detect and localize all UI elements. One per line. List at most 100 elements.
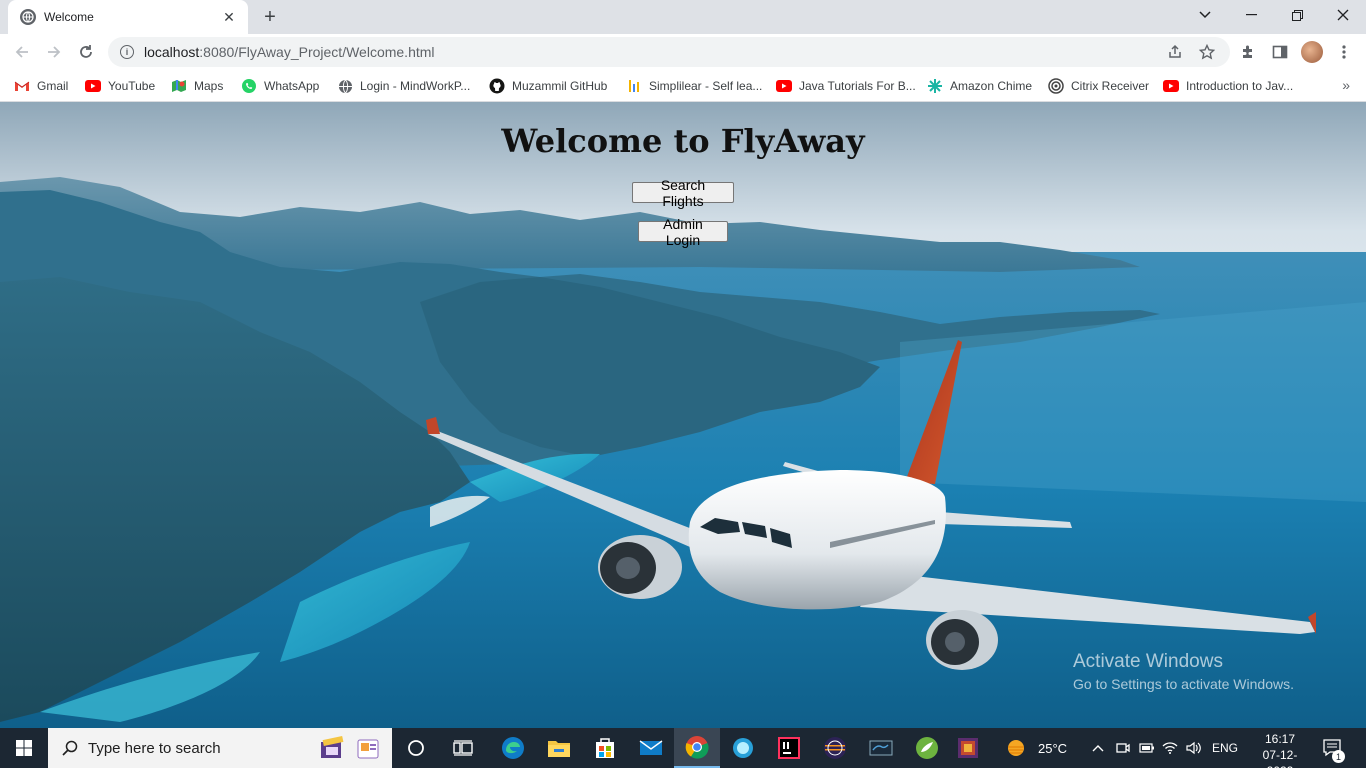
bookmark-introduction-java[interactable]: Introduction to Jav...	[1163, 76, 1293, 96]
youtube-icon	[1163, 78, 1179, 94]
tray-chevron-button[interactable]	[1092, 728, 1104, 768]
minimize-button[interactable]	[1228, 0, 1274, 30]
taskbar-spring[interactable]	[904, 728, 950, 768]
volume-icon	[1186, 741, 1201, 755]
tray-language[interactable]: ENG	[1212, 728, 1238, 768]
simplilearn-icon	[626, 78, 642, 94]
bookmark-label: Citrix Receiver	[1071, 79, 1150, 93]
bookmark-java-tutorials[interactable]: Java Tutorials For B...	[776, 76, 916, 96]
tab-search-button[interactable]	[1182, 0, 1228, 30]
close-tab-icon[interactable]: ✕	[220, 8, 238, 26]
bookmark-star-icon[interactable]	[1198, 43, 1216, 61]
mail-icon	[639, 740, 663, 755]
site-info-icon[interactable]: i	[120, 45, 134, 59]
app-framed-icon	[958, 738, 978, 758]
bookmark-simplilearn[interactable]: Simplilear - Self lea...	[626, 76, 762, 96]
bookmark-label: Gmail	[37, 79, 69, 93]
arrow-left-icon	[15, 46, 28, 58]
bookmark-amazon-chime[interactable]: Amazon Chime	[927, 76, 1032, 96]
tray-battery-button[interactable]	[1139, 728, 1155, 768]
close-window-button[interactable]	[1320, 0, 1366, 30]
taskbar-app-blue[interactable]	[720, 728, 766, 768]
bookmark-github[interactable]: Muzammil GitHub	[489, 76, 607, 96]
taskbar-mysql[interactable]	[858, 728, 904, 768]
tray-volume-button[interactable]	[1186, 728, 1202, 768]
page-title: Welcome to FlyAway	[501, 122, 865, 160]
youtube-icon	[776, 78, 792, 94]
address-bar[interactable]: i localhost:8080/FlyAway_Project/Welcome…	[108, 37, 1230, 67]
profile-avatar[interactable]	[1301, 41, 1323, 63]
url-host: localhost	[144, 44, 200, 60]
taskbar-eclipse[interactable]	[812, 728, 858, 768]
extensions-icon[interactable]	[1237, 41, 1259, 63]
menu-kebab-icon[interactable]	[1333, 41, 1355, 63]
search-icon	[62, 740, 78, 756]
bookmark-youtube[interactable]: YouTube	[85, 76, 155, 96]
bookmarks-overflow-button[interactable]: »	[1342, 77, 1350, 93]
search-flights-button[interactable]: Search Flights	[632, 177, 734, 209]
edge-icon	[502, 737, 524, 759]
bookmark-label: Muzammil GitHub	[512, 79, 608, 93]
bookmark-login-mindworkp[interactable]: Login - MindWorkP...	[337, 76, 470, 96]
back-button[interactable]	[8, 38, 36, 66]
weather-sun-icon	[1008, 740, 1024, 756]
maps-icon	[171, 78, 187, 94]
wifi-icon	[1162, 742, 1178, 754]
taskbar-edge[interactable]	[490, 728, 536, 768]
side-panel-icon[interactable]	[1269, 41, 1291, 63]
spring-icon	[916, 737, 938, 759]
browser-tab-welcome[interactable]: Welcome ✕	[8, 0, 248, 34]
bookmark-maps[interactable]: Maps	[171, 76, 223, 96]
chevron-down-icon	[1199, 11, 1211, 19]
admin-login-button[interactable]: Admin Login	[638, 216, 728, 248]
tray-network-button[interactable]	[1162, 728, 1178, 768]
reload-button[interactable]	[72, 38, 100, 66]
youtube-icon	[85, 78, 101, 94]
bookmark-label: Introduction to Jav...	[1186, 79, 1294, 93]
share-icon[interactable]	[1166, 43, 1184, 61]
bookmark-whatsapp[interactable]: WhatsApp	[241, 76, 319, 96]
windows-taskbar: Type here to search 25°C ENG 16:17 07-12…	[0, 728, 1366, 768]
bookmark-label: YouTube	[108, 79, 156, 93]
camera-icon	[1116, 743, 1130, 753]
page-viewport: Welcome to FlyAway Search Flights Admin …	[0, 102, 1366, 728]
bookmarks-bar: Gmail YouTube Maps WhatsApp Login - Mind…	[0, 70, 1366, 102]
intellij-icon	[778, 737, 800, 759]
new-tab-button[interactable]: +	[258, 5, 282, 29]
tray-clock[interactable]: 16:17 07-12-2022	[1252, 731, 1308, 768]
bookmark-label: Login - MindWorkP...	[360, 79, 471, 93]
cortana-icon	[408, 740, 424, 756]
gmail-icon	[14, 78, 30, 94]
taskbar-intellij[interactable]	[766, 728, 812, 768]
clock-date: 07-12-2022	[1262, 748, 1298, 768]
weather-widget[interactable]: 25°C	[1004, 728, 1067, 768]
clock-time: 16:17	[1264, 732, 1296, 746]
bookmark-citrix-receiver[interactable]: Citrix Receiver	[1048, 76, 1149, 96]
start-button[interactable]	[0, 728, 48, 768]
chevron-up-icon	[1092, 745, 1104, 752]
activate-windows-watermark: Activate Windows Go to Settings to activ…	[1073, 651, 1294, 692]
action-center-button[interactable]: 1	[1322, 728, 1345, 768]
url-path: :8080/FlyAway_Project/Welcome.html	[199, 44, 435, 60]
search-highlight-icon	[318, 734, 348, 762]
task-view-button[interactable]	[440, 728, 486, 768]
bookmark-label: WhatsApp	[264, 79, 320, 93]
taskbar-app-framed[interactable]	[945, 728, 991, 768]
task-view-icon	[453, 740, 473, 756]
store-icon	[596, 738, 614, 758]
arrow-right-icon	[48, 46, 61, 58]
tray-meet-button[interactable]	[1116, 728, 1130, 768]
minimize-icon	[1245, 14, 1257, 16]
forward-button[interactable]	[40, 38, 68, 66]
battery-icon	[1139, 743, 1154, 753]
taskbar-mail[interactable]	[628, 728, 674, 768]
taskbar-chrome[interactable]	[674, 728, 720, 768]
cortana-button[interactable]	[393, 728, 439, 768]
taskbar-file-explorer[interactable]	[536, 728, 582, 768]
taskbar-store[interactable]	[582, 728, 628, 768]
taskbar-search-box[interactable]: Type here to search	[48, 728, 392, 768]
restore-button[interactable]	[1274, 0, 1320, 30]
windows-logo-icon	[16, 740, 32, 756]
bookmark-gmail[interactable]: Gmail	[14, 76, 68, 96]
bookmark-label: Maps	[194, 79, 224, 93]
